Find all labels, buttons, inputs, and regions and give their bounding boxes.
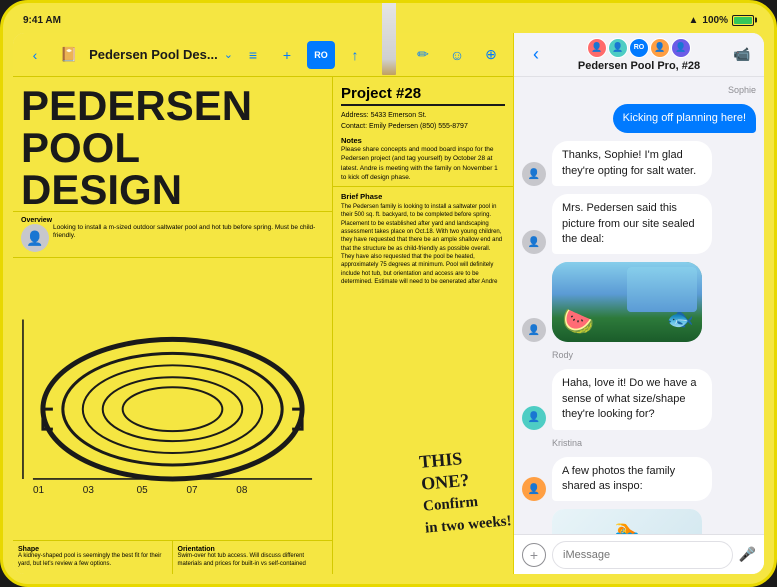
message-attachment: 👤 🏊 12 Photos (9 Saved) <box>522 509 756 534</box>
avatar-3: 👤 <box>650 38 670 58</box>
wifi-icon: ▲ <box>689 15 699 26</box>
notes-panel: ‹ 📔 Pedersen Pool Des... ⌄ ≡ + RO ↑ ✂ ✏ … <box>13 33 514 574</box>
avatar-rody: 👤 <box>522 406 546 430</box>
project-address: Address: 5433 Emerson St. Contact: Emily… <box>341 110 505 132</box>
list-icon[interactable]: ≡ <box>239 41 267 69</box>
notes-toolbar: ‹ 📔 Pedersen Pool Des... ⌄ ≡ + RO ↑ ✂ ✏ … <box>13 33 513 77</box>
message-pedersen: 👤 Mrs. Pedersen said this picture from o… <box>522 194 756 254</box>
messages-toolbar: ‹ 👤 👤 RO 👤 👤 Pedersen Pool Pro, #28 📹 <box>514 33 764 77</box>
status-time: 9:41 AM <box>23 15 61 26</box>
pool-illustration: 01 03 05 07 08 <box>13 258 332 540</box>
shape-text: A kidney-shaped pool is seemingly the be… <box>18 553 167 569</box>
message-thanks: 👤 Thanks, Sophie! I'm glad they're optin… <box>522 141 756 186</box>
avatar-incoming-2: 👤 <box>522 230 546 254</box>
brief-phase-label: Brief Phase <box>341 192 505 201</box>
apple-pencil <box>382 0 396 75</box>
overview-text: Looking to install a m-sized outdoor sal… <box>53 224 324 241</box>
bubble-pedersen: Mrs. Pedersen said this picture from our… <box>552 194 712 254</box>
messages-list[interactable]: Sophie Kicking off planning here! 👤 Than… <box>514 77 764 534</box>
handwriting-overlay: THISONE?Confirmin two weeks! <box>419 444 513 538</box>
add-attachment-button[interactable]: + <box>522 543 546 567</box>
avatar-image: 👤 <box>522 318 546 342</box>
svg-text:03: 03 <box>83 485 95 496</box>
notes-text: Please share concepts and mood board ins… <box>341 145 505 181</box>
messages-group-title: Pedersen Pool Pro, #28 <box>578 60 700 72</box>
message-rody: 👤 Haha, love it! Do we have a sense of w… <box>522 369 756 429</box>
svg-text:01: 01 <box>33 485 45 496</box>
watermelon-emoji: 🍉 <box>562 306 594 337</box>
marker-icon[interactable]: ✏ <box>409 41 437 69</box>
messages-back-button[interactable]: ‹ <box>522 41 550 69</box>
svg-text:07: 07 <box>186 485 198 496</box>
message-kicking-off: Kicking off planning here! <box>522 104 756 133</box>
notes-content: PEDERSEN POOL DESIGN Overview 👤 Looking … <box>13 77 513 574</box>
avatar-4: 👤 <box>671 38 691 58</box>
avatar-group: 👤 👤 RO 👤 👤 <box>587 38 691 58</box>
pool-area <box>627 267 697 312</box>
overview-avatar: 👤 <box>21 224 49 252</box>
bubble-kicking-off: Kicking off planning here! <box>613 104 756 133</box>
svg-text:05: 05 <box>137 485 149 496</box>
project-number: Project #28 <box>341 85 505 106</box>
back-button[interactable]: ‹ <box>21 41 49 69</box>
screen: ‹ 📔 Pedersen Pool Des... ⌄ ≡ + RO ↑ ✂ ✏ … <box>13 33 764 574</box>
notes-label: Notes <box>341 136 505 145</box>
image-bubble[interactable]: 🍉 🐟 <box>552 262 702 342</box>
orientation-label: Orientation <box>178 546 328 553</box>
notes-title: Pedersen Pool Des... <box>89 47 218 62</box>
messages-panel: ‹ 👤 👤 RO 👤 👤 Pedersen Pool Pro, #28 📹 <box>514 33 764 574</box>
avatar-1: 👤 <box>587 38 607 58</box>
battery-fill <box>734 17 752 24</box>
overview-label: Overview <box>21 217 324 224</box>
add-icon[interactable]: + <box>273 41 301 69</box>
video-call-button[interactable]: 📹 <box>728 41 756 69</box>
sender-label-rody: Rody <box>552 350 756 360</box>
message-input[interactable] <box>552 541 733 569</box>
ro-badge: RO <box>307 41 335 69</box>
ipad-frame: 9:41 AM ▲ 100% ‹ 📔 Pedersen Pool Des... … <box>0 0 777 587</box>
microphone-icon[interactable]: 🎤 <box>739 546 756 563</box>
attachment-bubble[interactable]: 🏊 12 Photos (9 Saved) <box>552 509 702 534</box>
emoji-icon[interactable]: ☺ <box>443 41 471 69</box>
bubble-thanks: Thanks, Sophie! I'm glad they're opting … <box>552 141 712 186</box>
bubble-rody: Haha, love it! Do we have a sense of wha… <box>552 369 712 429</box>
brief-phase-text: The Pedersen family is looking to instal… <box>341 203 505 283</box>
ro-avatar: RO <box>629 38 649 58</box>
avatar-2: 👤 <box>608 38 628 58</box>
pool-image: 🍉 🐟 <box>552 262 702 342</box>
orientation-text: Swim-over hot tub access. Will discuss d… <box>178 553 328 569</box>
pool-title-line2: POOL <box>21 127 324 169</box>
pool-title-line1: PEDERSEN <box>21 85 324 127</box>
chevron-icon[interactable]: ⌄ <box>224 48 233 61</box>
shape-label: Shape <box>18 546 167 553</box>
avatar-incoming-1: 👤 <box>522 162 546 186</box>
avatar-kristina: 👤 <box>522 477 546 501</box>
svg-text:08: 08 <box>236 485 248 496</box>
pool-title-line3: DESIGN <box>21 169 324 211</box>
message-kristina: 👤 A few photos the family shared as insp… <box>522 457 756 502</box>
bubble-kristina: A few photos the family shared as inspo: <box>552 457 712 502</box>
message-image: 👤 🍉 🐟 <box>522 262 756 342</box>
status-right: ▲ 100% <box>689 15 754 26</box>
input-bar: + 🎤 <box>514 534 764 574</box>
battery-icon <box>732 15 754 26</box>
battery-percent: 100% <box>702 15 728 26</box>
messages-title-area: 👤 👤 RO 👤 👤 Pedersen Pool Pro, #28 <box>554 38 724 72</box>
share-icon[interactable]: ↑ <box>341 41 369 69</box>
notebook-icon[interactable]: 📔 <box>55 41 83 69</box>
attachment-thumbnail: 🏊 <box>552 509 702 534</box>
sender-label-sophie: Sophie <box>522 85 756 95</box>
more-icon[interactable]: ⊕ <box>477 41 505 69</box>
sender-label-kristina: Kristina <box>552 438 756 448</box>
